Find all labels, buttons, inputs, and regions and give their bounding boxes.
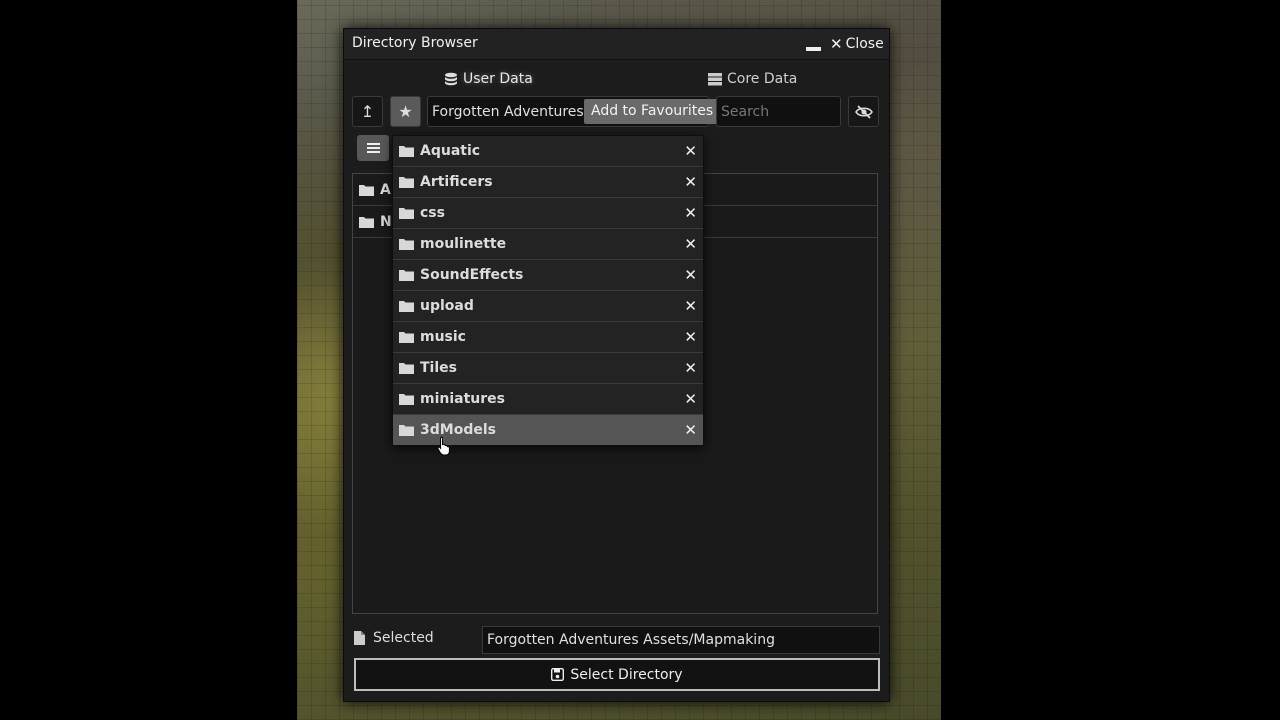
add-to-favourites-button[interactable]: Add to Favourites (584, 99, 721, 124)
favourite-label: 3dModels (420, 422, 496, 438)
eye-slash-icon (854, 104, 873, 119)
folder-icon (399, 270, 414, 281)
favourite-item[interactable]: music ✕ (393, 322, 703, 353)
favourite-item[interactable]: css ✕ (393, 198, 703, 229)
folder-icon (399, 301, 414, 312)
remove-favourite-icon[interactable]: ✕ (684, 421, 697, 439)
directory-browser-dialog: Directory Browser ✕ Close User Data Core… (343, 28, 890, 702)
remove-favourite-icon[interactable]: ✕ (684, 359, 697, 377)
tab-user-data[interactable]: User Data (444, 71, 533, 87)
file-icon (354, 631, 365, 645)
titlebar: Directory Browser ✕ Close (344, 29, 889, 60)
database-icon (445, 72, 457, 86)
folder-icon (399, 332, 414, 343)
favourite-item[interactable]: upload ✕ (393, 291, 703, 322)
select-directory-label: Select Directory (570, 666, 683, 683)
folder-icon (399, 177, 414, 188)
favourite-item[interactable]: Tiles ✕ (393, 353, 703, 384)
folder-icon (399, 425, 414, 436)
folder-icon (359, 216, 374, 228)
close-button[interactable]: ✕ Close (830, 35, 884, 53)
list-view-button[interactable] (357, 135, 389, 161)
select-directory-button[interactable]: Select Directory (354, 658, 880, 691)
search-input[interactable]: Search (716, 96, 841, 127)
tab-label: Core Data (727, 71, 798, 87)
favourite-label: moulinette (420, 236, 507, 252)
list-icon (366, 143, 380, 153)
favourite-label: Aquatic (420, 143, 481, 159)
remove-favourite-icon[interactable]: ✕ (684, 142, 697, 160)
star-icon: ★ (398, 102, 413, 121)
close-label: Close (845, 36, 884, 52)
favourite-item[interactable]: moulinette ✕ (393, 229, 703, 260)
remove-favourite-icon[interactable]: ✕ (684, 235, 697, 253)
selected-path-field[interactable]: Forgotten Adventures Assets/Mapmaking (482, 626, 880, 654)
selected-text: Selected (373, 630, 434, 646)
favourites-dropdown: Aquatic ✕ Artificers ✕ css ✕ moulinette … (392, 135, 704, 446)
toggle-hidden-button[interactable] (848, 96, 879, 127)
folder-icon (399, 208, 414, 219)
save-icon (551, 668, 565, 681)
tab-label: User Data (463, 71, 533, 87)
tab-core-data[interactable]: Core Data (708, 71, 797, 87)
minimize-icon[interactable] (806, 37, 822, 51)
parent-directory-button[interactable]: ↥ (352, 96, 383, 127)
level-up-icon: ↥ (360, 102, 375, 121)
favourite-label: SoundEffects (420, 267, 524, 283)
selected-label: Selected (354, 630, 434, 646)
favourite-label: upload (420, 298, 474, 314)
folder-icon (399, 239, 414, 250)
favourite-item[interactable]: Artificers ✕ (393, 167, 703, 198)
remove-favourite-icon[interactable]: ✕ (684, 204, 697, 222)
remove-favourite-icon[interactable]: ✕ (684, 173, 697, 191)
remove-favourite-icon[interactable]: ✕ (684, 297, 697, 315)
remove-favourite-icon[interactable]: ✕ (684, 266, 697, 284)
favourite-item[interactable]: Aquatic ✕ (393, 136, 703, 167)
folder-icon (399, 394, 414, 405)
favourite-item[interactable]: SoundEffects ✕ (393, 260, 703, 291)
favourite-label: Tiles (420, 360, 457, 376)
favourite-label: Artificers (420, 174, 493, 190)
folder-icon (399, 146, 414, 157)
mouse-cursor-icon (437, 436, 450, 456)
folder-icon (399, 363, 414, 374)
remove-favourite-icon[interactable]: ✕ (684, 390, 697, 408)
server-icon (708, 73, 722, 86)
favourite-label: css (420, 205, 445, 221)
remove-favourite-icon[interactable]: ✕ (684, 328, 697, 346)
favourite-label: music (420, 329, 466, 345)
favourites-button[interactable]: ★ (390, 96, 421, 127)
folder-icon (359, 184, 374, 196)
close-icon: ✕ (830, 35, 843, 53)
favourite-item[interactable]: miniatures ✕ (393, 384, 703, 415)
dialog-title: Directory Browser (352, 35, 478, 51)
favourite-label: miniatures (420, 391, 505, 407)
